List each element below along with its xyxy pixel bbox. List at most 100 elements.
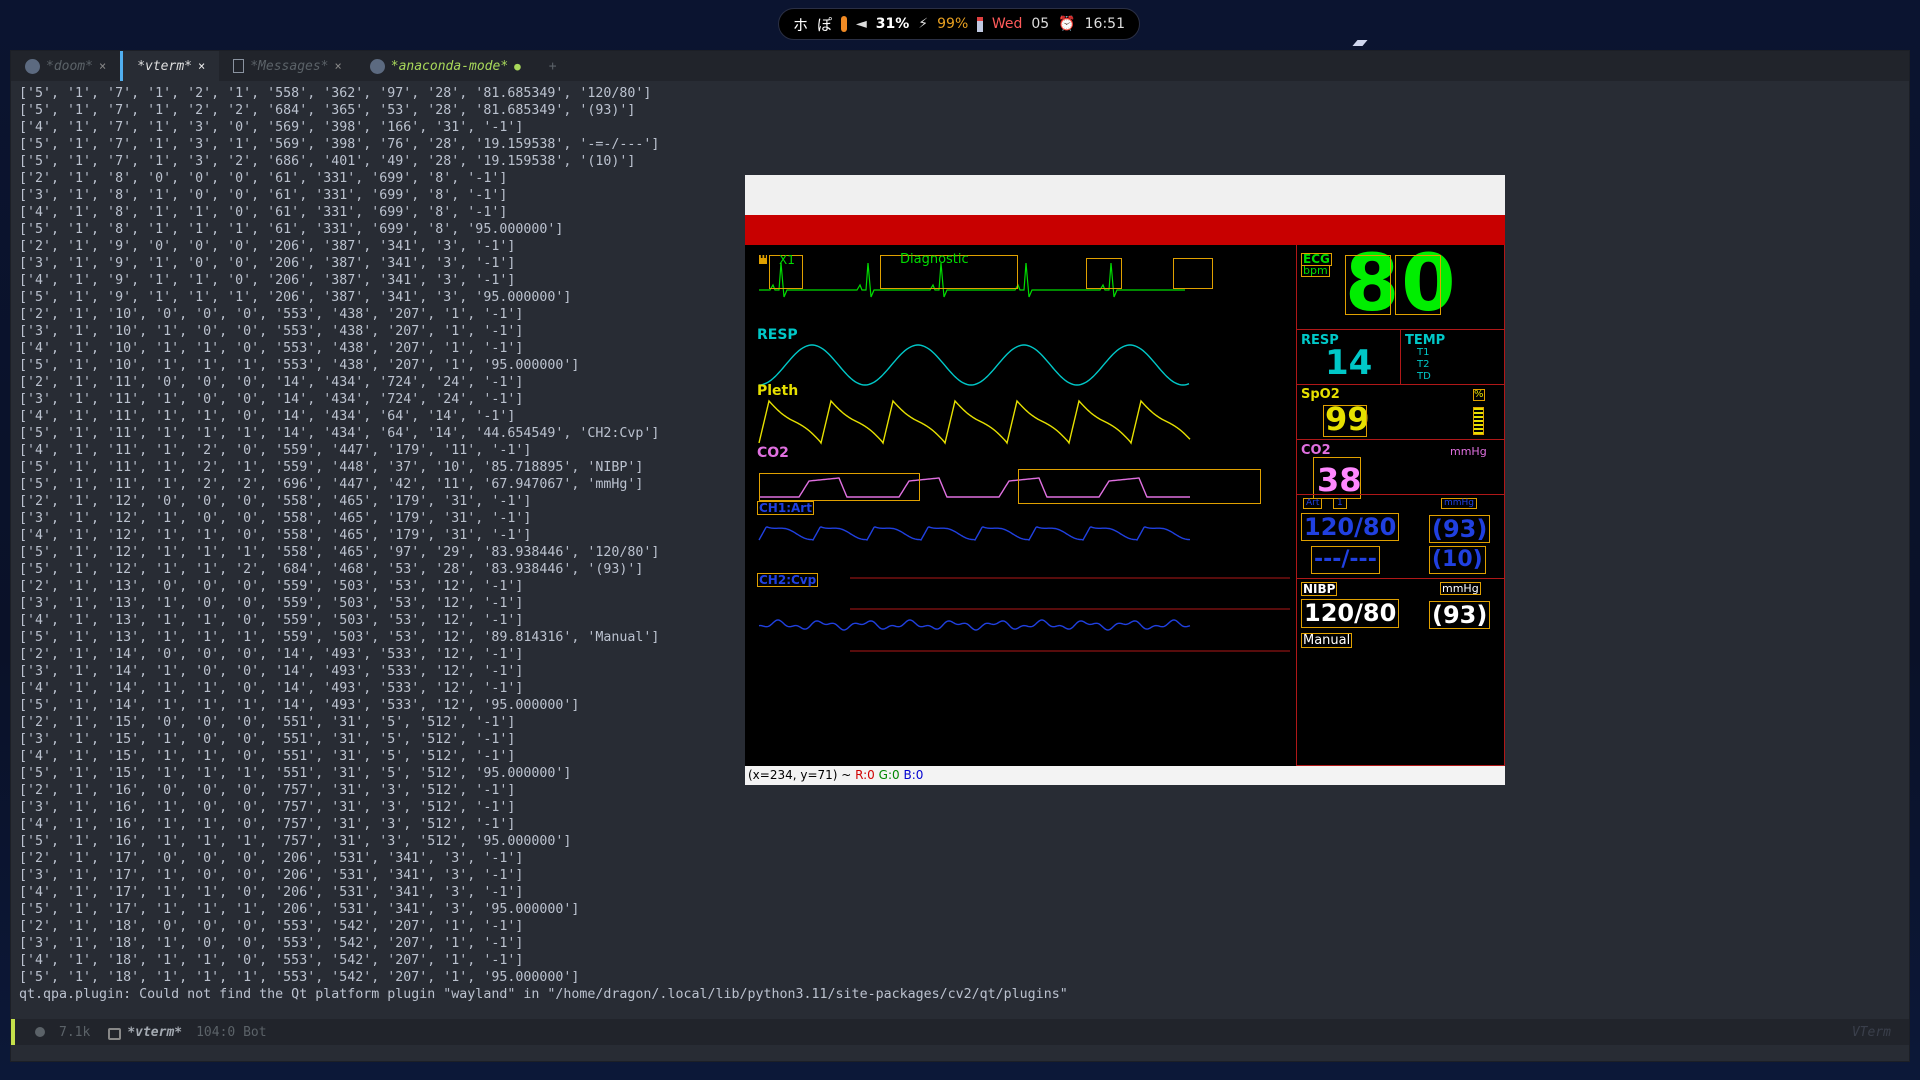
tab-vterm[interactable]: *vterm* × <box>120 51 220 81</box>
terminal-line: ['3', '1', '16', '1', '0', '0', '757', '… <box>19 800 516 815</box>
monitor-statusbar: (x=234, y=71) ~ R:0 G:0 B:0 <box>745 766 1505 785</box>
hr-digit-box <box>1345 255 1391 315</box>
tab-doom[interactable]: *doom* × <box>11 51 120 81</box>
modified-indicator: ● <box>514 59 521 73</box>
art-unit: mmHg <box>1441 498 1478 509</box>
buffer-name[interactable]: *vterm* <box>127 1025 182 1040</box>
nibp-value: 120/80 <box>1301 599 1400 628</box>
pleth-wave-label: Pleth <box>757 383 799 399</box>
nibp-mean: (93) <box>1429 601 1491 629</box>
spo2-unit: % <box>1473 389 1485 401</box>
temp-label: TEMP <box>1405 333 1446 348</box>
art-mean: (93) <box>1429 515 1491 543</box>
file-icon <box>233 59 245 73</box>
terminal-line: ['5', '1', '7', '1', '3', '2', '686', '4… <box>19 154 636 169</box>
workspace-1[interactable]: ホ <box>793 14 808 35</box>
date-day: 05 <box>1031 16 1050 32</box>
volume-level: 31% <box>875 16 910 32</box>
spo2-digit-box <box>1323 405 1367 437</box>
temp-t2: T2 <box>1417 359 1430 370</box>
terminal-line: ['3', '1', '18', '1', '0', '0', '553', '… <box>19 936 524 951</box>
workspace-2[interactable]: ぽ <box>817 14 832 35</box>
mode-line: 7.1k *vterm* 104:0 Bot VTerm <box>11 1019 1909 1045</box>
modeline-accent <box>11 1019 15 1045</box>
resp-waveform <box>758 344 1190 386</box>
ecg-x1-label: X1 <box>779 253 795 267</box>
nibp-unit: mmHg <box>1440 582 1481 595</box>
pleth-waveform <box>758 399 1191 445</box>
co2-wave-label: CO2 <box>757 445 789 461</box>
tab-messages[interactable]: *Messages* × <box>219 51 356 81</box>
close-icon[interactable]: × <box>198 59 205 73</box>
co2-detection-box <box>1018 469 1261 504</box>
clock-time: 16:51 <box>1084 16 1125 32</box>
close-icon[interactable]: × <box>335 59 342 73</box>
co2-digit-box <box>1313 457 1361 499</box>
weekday: Wed <box>991 16 1023 32</box>
cursor-coords: (x=234, y=71) ~ <box>748 768 856 782</box>
wallpaper-decoration <box>1352 40 1368 46</box>
tab-bar: *doom* × *vterm* × *Messages* × *anacond… <box>11 51 1909 81</box>
ecg-detection-box <box>1086 258 1122 289</box>
major-mode[interactable]: VTerm <box>1852 1025 1891 1040</box>
tab-label: *vterm* <box>137 58 192 74</box>
art-value: 120/80 <box>1301 513 1400 541</box>
tab-label: *doom* <box>46 58 93 74</box>
cvp-value: ---/--- <box>1311 546 1380 574</box>
speaker-icon[interactable]: ◄ <box>856 16 867 32</box>
spo2-signal-bar <box>1473 407 1484 435</box>
patient-monitor-window[interactable]: II X1 Diagnostic RESP Pleth CO2 CH1:Art … <box>745 175 1505 785</box>
alarm-bar <box>745 215 1505 245</box>
minibuffer[interactable] <box>11 1045 1909 1061</box>
art-channel-tag: 1 <box>1333 498 1347 509</box>
resp-value: 14 <box>1325 343 1373 383</box>
ch1-label: CH1:Art <box>757 501 814 515</box>
lock-icon <box>108 1028 122 1040</box>
new-tab-button[interactable]: + <box>535 51 571 81</box>
system-status-bar: ホ ぽ ◄ 31% ⚡ 99% Wed 05 ⏰ 16:51 <box>778 8 1140 40</box>
blue-value: B:0 <box>903 768 924 782</box>
calendar-icon[interactable] <box>977 16 983 32</box>
alarm-clock-icon[interactable]: ⏰ <box>1058 16 1075 32</box>
terminal-line: ['5', '1', '17', '1', '1', '1', '206', '… <box>19 902 580 917</box>
cvp-waveform <box>758 619 1191 631</box>
resp-wave-label: RESP <box>757 327 798 343</box>
ecg-lead-label: II <box>760 251 767 261</box>
terminal-line: ['5', '1', '18', '1', '1', '1', '553', '… <box>19 970 580 985</box>
cvp-mean: (10) <box>1429 546 1486 574</box>
terminal-line: ['4', '1', '7', '1', '3', '0', '569', '3… <box>19 120 524 135</box>
nibp-mode[interactable]: Manual <box>1301 633 1353 648</box>
terminal-line: ['2', '1', '18', '0', '0', '0', '553', '… <box>19 919 524 934</box>
terminal-line: ['3', '1', '17', '1', '0', '0', '206', '… <box>19 868 524 883</box>
terminal-line: ['4', '1', '16', '1', '1', '0', '757', '… <box>19 817 516 832</box>
buffer-size: 7.1k <box>59 1024 91 1040</box>
co2-unit: mmHg <box>1450 445 1487 458</box>
tab-anaconda-mode[interactable]: *anaconda-mode* ● <box>356 51 535 81</box>
ecg-detection-box <box>1173 258 1213 289</box>
emacs-icon <box>369 58 385 74</box>
tab-label: *anaconda-mode* <box>390 58 509 74</box>
nibp-label: NIBP <box>1301 582 1338 596</box>
emacs-icon <box>25 58 40 74</box>
red-value: R:0 <box>855 768 875 782</box>
co2-param-label: CO2 <box>1301 443 1331 458</box>
hr-digit-box <box>1395 255 1441 315</box>
art-waveform <box>758 526 1190 541</box>
monitor-header <box>745 175 1505 215</box>
close-icon[interactable]: × <box>99 59 106 73</box>
tab-label: *Messages* <box>250 58 329 74</box>
ch2-label: CH2:Cvp <box>757 573 819 587</box>
terminal-line: qt.qpa.plugin: Could not find the Qt pla… <box>19 987 1068 1002</box>
terminal-line: ['5', '1', '7', '1', '2', '1', '558', '3… <box>19 86 652 101</box>
hr-unit: bpm <box>1301 264 1330 277</box>
battery-plug-icon: ⚡ <box>918 16 929 32</box>
monitor-screen[interactable]: II X1 Diagnostic RESP Pleth CO2 CH1:Art … <box>745 245 1505 766</box>
terminal-line: ['4', '1', '17', '1', '1', '0', '206', '… <box>19 885 524 900</box>
terminal-line: ['5', '1', '16', '1', '1', '1', '757', '… <box>19 834 572 849</box>
art-tag: Art <box>1303 498 1323 509</box>
terminal-line: ['5', '1', '7', '1', '2', '2', '684', '3… <box>19 103 636 118</box>
wifi-icon[interactable] <box>841 16 847 32</box>
terminal-line: ['5', '1', '7', '1', '3', '1', '569', '3… <box>19 137 660 152</box>
green-value: G:0 <box>878 768 900 782</box>
terminal-line: ['2', '1', '17', '0', '0', '0', '206', '… <box>19 851 524 866</box>
